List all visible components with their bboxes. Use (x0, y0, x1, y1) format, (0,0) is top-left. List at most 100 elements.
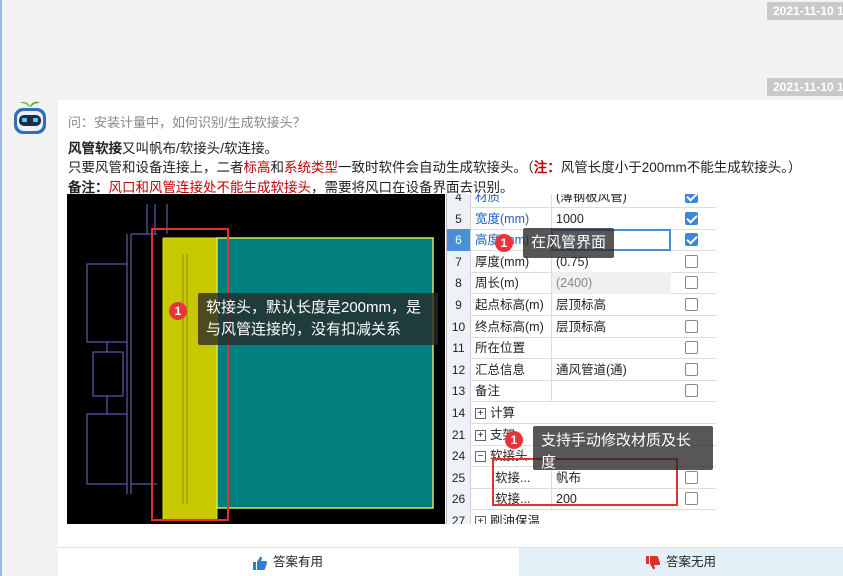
property-value[interactable]: 层顶标高 (551, 315, 671, 338)
property-row-number: 27 (447, 510, 471, 524)
property-row-number: 5 (447, 207, 471, 230)
property-name-text: 材质 (475, 194, 501, 204)
property-value[interactable]: (2400) (551, 272, 671, 295)
answer-line-3: 备注：风口和风管连接处不能生成软接头，需要将风口在设备界面去识别。 (68, 176, 514, 196)
property-checkbox[interactable] (685, 211, 698, 225)
property-row[interactable]: 13 备注 (447, 380, 716, 403)
tooltip-flex-connector: 软接头，默认长度是200mm，是与风管连接的，没有扣减关系 (198, 293, 438, 345)
property-row-number: 14 (447, 402, 471, 424)
property-checkbox[interactable] (685, 194, 698, 203)
property-value[interactable]: (薄钢板风管) (551, 194, 671, 208)
highlight-box-connector (151, 228, 229, 521)
expand-icon[interactable]: + (475, 408, 486, 420)
property-name-text: 厚度(mm) (475, 254, 530, 269)
property-row-number: 21 (447, 423, 471, 446)
property-row[interactable]: 14 + 计算 (447, 402, 716, 424)
property-name: 汇总信息 (475, 359, 551, 381)
collapse-icon[interactable]: − (475, 451, 486, 463)
property-row[interactable]: 4 材质 (薄钢板风管) (447, 194, 716, 208)
property-row[interactable]: 9 起点标高(m) 层顶标高 (447, 294, 716, 316)
property-value[interactable]: 1000 (551, 207, 671, 230)
answer-useless-button[interactable]: 答案无用 (519, 547, 843, 576)
thumbs-up-icon (252, 556, 267, 570)
property-checkbox[interactable] (685, 362, 698, 376)
property-name: + 计算 (475, 402, 675, 424)
step-badge: 1 (505, 431, 523, 449)
answer-text: 又叫帆布/软接头/软连接。 (122, 141, 279, 156)
property-name: 所在位置 (475, 337, 551, 359)
property-row[interactable]: 11 所在位置 (447, 337, 716, 360)
thumbs-down-icon (645, 555, 660, 570)
tooltip-modify-material: 支持手动修改材质及长度 (533, 426, 713, 471)
left-edge-bar (0, 0, 2, 576)
property-row-number: 26 (447, 488, 471, 511)
property-name-text: 计算 (490, 406, 516, 420)
question-text: 问：安装计量中，如何识别/生成软接头？ (68, 115, 306, 130)
property-checkbox[interactable] (685, 492, 698, 506)
answer-text: 风管长度小于200mm不能生成软接头。） (560, 160, 802, 175)
vote-label: 答案有用 (272, 555, 323, 569)
property-checkbox[interactable] (685, 254, 698, 268)
property-name: 宽度(mm) (475, 208, 551, 230)
answer-line-2: 只要风管和设备连接上，二者标高和系统类型一致时软件会自动生成软接头。（注：风管长… (68, 156, 802, 176)
property-checkbox[interactable] (685, 276, 698, 290)
property-value[interactable] (551, 337, 671, 360)
property-checkbox[interactable] (685, 298, 698, 311)
tooltip-text: 在风管界面 (531, 234, 607, 251)
answer-text: 只要风管和设备连接上，二者 (68, 160, 244, 175)
cad-drawing (86, 204, 434, 521)
answer-text: 和 (270, 160, 285, 175)
property-row-number: 9 (447, 294, 471, 316)
property-name: 起点标高(m) (475, 294, 551, 316)
property-row[interactable]: 5 宽度(mm) 1000 (447, 207, 716, 230)
expand-icon[interactable]: + (475, 429, 486, 441)
property-row[interactable]: 27 + 刷油保温 (447, 510, 716, 524)
property-name: 备注 (475, 380, 551, 402)
property-name-text: 起点标高(m) (475, 298, 544, 312)
answer-card: 问：安装计量中，如何识别/生成软接头？ 风管软接又叫帆布/软接头/软连接。 只要… (58, 100, 843, 576)
property-checkbox[interactable] (685, 319, 698, 333)
note-label: 注： (533, 160, 561, 175)
highlight-text: 标高 (243, 160, 271, 175)
property-name-text: 宽度(mm) (475, 211, 530, 226)
answer-text: ，需要将风口在设备界面去识别。 (311, 180, 514, 195)
step-badge: 1 (169, 302, 187, 320)
answer-line-1: 风管软接又叫帆布/软接头/软连接。 (68, 137, 278, 157)
property-name: 材质 (475, 194, 551, 208)
expand-icon[interactable]: + (475, 516, 486, 524)
property-row-number: 4 (447, 194, 471, 208)
property-name-text: 备注 (475, 384, 501, 399)
remark-label: 备注： (68, 180, 109, 195)
step-badge: 1 (495, 234, 513, 252)
property-row[interactable]: 12 汇总信息 通风管道(通) (447, 358, 716, 381)
property-value[interactable]: 通风管道(通) (551, 358, 671, 381)
property-checkbox[interactable] (685, 384, 698, 398)
term-bold: 风管软接 (68, 141, 122, 156)
answer-text: 一致时软件会自动生成软接头。（ (338, 160, 534, 175)
property-row-number: 24 (447, 445, 471, 468)
property-value[interactable]: 层顶标高 (551, 294, 671, 316)
property-row[interactable]: 10 终点标高(m) 层顶标高 (447, 315, 716, 338)
timestamp-badge: 2021-11-10 1 (767, 2, 843, 20)
property-checkbox[interactable] (685, 470, 698, 484)
property-row[interactable]: 8 周长(m) (2400) (447, 272, 716, 295)
property-value[interactable] (551, 380, 671, 403)
property-row-number: 7 (447, 250, 471, 273)
property-checkbox[interactable] (685, 233, 698, 247)
property-name-text: 刷油保温 (490, 514, 541, 524)
property-row-number: 10 (447, 315, 471, 338)
cad-drawing-view (67, 194, 445, 524)
timestamp-badge: 2021-11-10 1 (767, 78, 843, 96)
property-name-text: 所在位置 (475, 341, 526, 356)
highlight-text: 系统类型 (284, 160, 338, 175)
tooltip-text: 软接头，默认长度是200mm，是与风管连接的，没有扣减关系 (206, 299, 422, 338)
property-name-text: 周长(m) (475, 276, 519, 291)
property-row-number: 13 (447, 380, 471, 403)
highlight-text: 风口和风管连接处不能生成软接头 (108, 180, 312, 195)
property-row-number: 12 (447, 358, 471, 381)
answer-useful-button[interactable]: 答案有用 (58, 547, 518, 576)
property-checkbox[interactable] (685, 341, 698, 355)
property-row-number: 11 (447, 337, 471, 360)
tooltip-text: 支持手动修改材质及长度 (541, 432, 692, 471)
property-name: 周长(m) (475, 272, 551, 294)
